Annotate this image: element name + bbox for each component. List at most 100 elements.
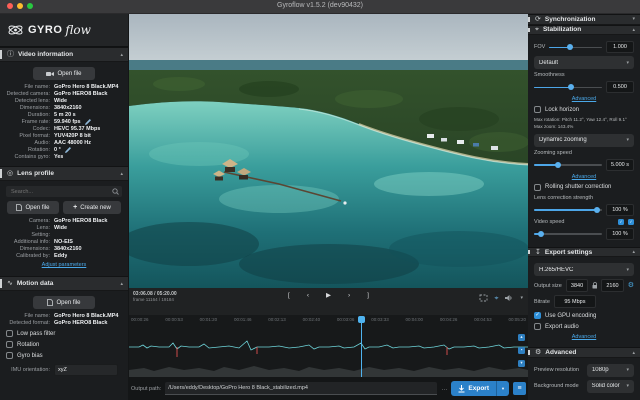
video-speed-value[interactable]: 100 % bbox=[606, 228, 634, 240]
output-path-input[interactable] bbox=[165, 382, 437, 395]
info-row: File name:GoPro Hero 8 Black.MP4 bbox=[4, 313, 124, 319]
create-new-label: Create new bbox=[80, 205, 111, 211]
timeline[interactable]: 00:00:26 00:00:53 00:01:20 00:01:46 00:0… bbox=[129, 315, 528, 377]
gyroscope-icon bbox=[7, 23, 24, 37]
height-input[interactable]: 2160 bbox=[601, 279, 623, 292]
checkbox[interactable] bbox=[534, 312, 541, 319]
collapse-chevron-icon[interactable]: ▴ bbox=[120, 281, 123, 287]
collapse-chevron-icon[interactable]: ▴ bbox=[120, 52, 123, 58]
gyroflow-logo: GYRO flow bbox=[0, 14, 128, 47]
export-options-chevron[interactable]: ▾ bbox=[496, 381, 509, 396]
stabilization-advanced-link[interactable]: Advanced bbox=[534, 96, 634, 102]
imu-orientation-input[interactable] bbox=[54, 364, 118, 376]
checkbox[interactable] bbox=[534, 323, 541, 330]
video-preview[interactable] bbox=[129, 14, 528, 288]
playhead-handle[interactable] bbox=[358, 316, 365, 323]
lock-aspect-icon[interactable] bbox=[592, 282, 597, 289]
lock-horizon-checkbox-row[interactable]: Lock horizon bbox=[534, 106, 634, 113]
smoothness-slider[interactable] bbox=[534, 83, 602, 91]
background-mode-label: Background mode bbox=[534, 383, 579, 389]
collapse-chevron-icon[interactable]: ▴ bbox=[632, 249, 635, 255]
jump-to-start-button[interactable]: [ bbox=[288, 293, 290, 300]
lens-profile-header[interactable]: ◎ Lens profile ▴ bbox=[0, 166, 128, 181]
smoothness-value[interactable]: 0.500 bbox=[606, 81, 634, 93]
gpu-encoding-checkbox-row[interactable]: Use GPU encoding bbox=[534, 312, 634, 319]
tick-label: 00:04:26 bbox=[440, 317, 458, 322]
logo-text-flow: flow bbox=[65, 23, 91, 37]
row-label: Pixel format: bbox=[4, 133, 50, 139]
lens-create-new-button[interactable]: + Create new bbox=[63, 201, 121, 214]
checkbox[interactable] bbox=[6, 341, 13, 348]
imu-orientation-row: IMU orientation: bbox=[4, 364, 124, 376]
timeline-button-down[interactable]: ▾ bbox=[518, 360, 525, 367]
fov-slider[interactable] bbox=[549, 43, 602, 51]
motion-data-body: Open file File name:GoPro Hero 8 Black.M… bbox=[0, 291, 128, 382]
video-speed-label-row: Video speed ✓ ✓ bbox=[534, 219, 634, 225]
checkbox[interactable] bbox=[6, 352, 13, 359]
edit-pencil-icon[interactable] bbox=[65, 147, 71, 153]
output-size-gear-icon[interactable]: ⚙ bbox=[628, 282, 634, 289]
advanced-header[interactable]: ⚙ Advanced ▴ bbox=[528, 347, 640, 358]
collapse-chevron-icon[interactable]: ▴ bbox=[120, 171, 123, 177]
export-button[interactable]: Export bbox=[451, 381, 496, 396]
lens-search-input[interactable] bbox=[9, 188, 112, 196]
width-input[interactable]: 3840 bbox=[566, 279, 588, 292]
previous-frame-button[interactable]: ‹ bbox=[307, 293, 309, 300]
stabilization-header[interactable]: ⌖ Stabilization ▴ bbox=[528, 25, 640, 36]
checkbox[interactable] bbox=[534, 106, 541, 113]
timeline-button-mid[interactable]: ▪ bbox=[518, 347, 525, 354]
zooming-mode-dropdown[interactable]: Dynamic zooming ▾ bbox=[534, 134, 634, 147]
gyro-bias-checkbox-row[interactable]: Gyro bias bbox=[6, 352, 122, 359]
row-label: Contains gyro: bbox=[4, 154, 50, 160]
fov-value[interactable]: 1.000 bbox=[606, 41, 634, 53]
zooming-advanced-link[interactable]: Advanced bbox=[534, 174, 634, 180]
collapse-chevron-icon[interactable]: ▴ bbox=[632, 27, 635, 33]
zooming-speed-slider[interactable] bbox=[534, 161, 602, 169]
checkbox[interactable] bbox=[534, 184, 541, 191]
export-audio-checkbox-row[interactable]: Export audio bbox=[534, 323, 634, 330]
bitrate-input[interactable]: 95 Mbps bbox=[554, 295, 596, 308]
browse-button[interactable]: … bbox=[441, 386, 447, 392]
synchronization-header[interactable]: ⟳ Synchronization ▾ bbox=[528, 14, 640, 25]
lens-open-file-button[interactable]: Open file bbox=[7, 201, 59, 214]
zooming-speed-row: 5.000 s bbox=[534, 159, 634, 171]
tick-label: 00:01:20 bbox=[200, 317, 218, 322]
video-information-header[interactable]: ⓘ Video information ▴ bbox=[0, 47, 128, 62]
lens-correction-slider[interactable] bbox=[534, 206, 602, 214]
timeline-button-up[interactable]: ▴ bbox=[518, 334, 525, 341]
video-speed-option-2[interactable]: ✓ bbox=[628, 219, 634, 225]
stabilization-overview-icon[interactable]: ⌖ bbox=[495, 295, 499, 302]
low-pass-filter-checkbox-row[interactable]: Low pass filter bbox=[6, 330, 122, 337]
motion-open-file-button[interactable]: Open file bbox=[33, 296, 95, 309]
checkbox[interactable] bbox=[6, 330, 13, 337]
audio-mute-icon[interactable] bbox=[505, 294, 513, 302]
video-speed-slider[interactable] bbox=[534, 230, 602, 238]
rolling-shutter-checkbox-row[interactable]: Rolling shutter correction bbox=[534, 184, 634, 191]
background-mode-dropdown[interactable]: Solid color ▾ bbox=[587, 380, 634, 393]
play-button[interactable]: ▶ bbox=[326, 293, 331, 300]
adjust-parameters-link[interactable]: Adjust parameters bbox=[4, 262, 124, 268]
preview-resolution-dropdown[interactable]: 1080p ▾ bbox=[587, 364, 634, 377]
render-queue-button[interactable]: ≡ bbox=[513, 382, 526, 395]
left-sidebar: GYRO flow ⓘ Video information ▴ Open fil… bbox=[0, 14, 128, 400]
document-icon bbox=[16, 204, 22, 211]
export-settings-header[interactable]: ↧ Export settings ▴ bbox=[528, 247, 640, 258]
zoom-dropdown-chevron-icon[interactable]: ▾ bbox=[520, 296, 523, 301]
dropdown-value: Solid color bbox=[592, 383, 627, 389]
motion-data-header[interactable]: ∿ Motion data ▴ bbox=[0, 276, 128, 291]
export-advanced-link[interactable]: Advanced bbox=[534, 334, 634, 340]
video-open-file-button[interactable]: Open file bbox=[33, 67, 95, 80]
rotation-checkbox-row[interactable]: Rotation bbox=[6, 341, 122, 348]
stabilization-mode-dropdown[interactable]: Default ▾ bbox=[534, 56, 634, 69]
open-file-label: Open file bbox=[56, 300, 80, 306]
next-frame-button[interactable]: › bbox=[348, 293, 350, 300]
zooming-speed-value[interactable]: 5.000 s bbox=[606, 159, 634, 171]
video-speed-option-1[interactable]: ✓ bbox=[618, 219, 624, 225]
jump-to-end-button[interactable]: ] bbox=[367, 293, 369, 300]
lens-correction-value[interactable]: 100 % bbox=[606, 204, 634, 216]
collapse-chevron-icon[interactable]: ▴ bbox=[632, 350, 635, 356]
edit-pencil-icon[interactable] bbox=[85, 119, 91, 125]
codec-dropdown[interactable]: H.265/HEVC ▾ bbox=[534, 263, 634, 276]
expand-chevron-icon[interactable]: ▾ bbox=[632, 16, 635, 22]
safe-area-guide-icon[interactable] bbox=[479, 294, 488, 302]
